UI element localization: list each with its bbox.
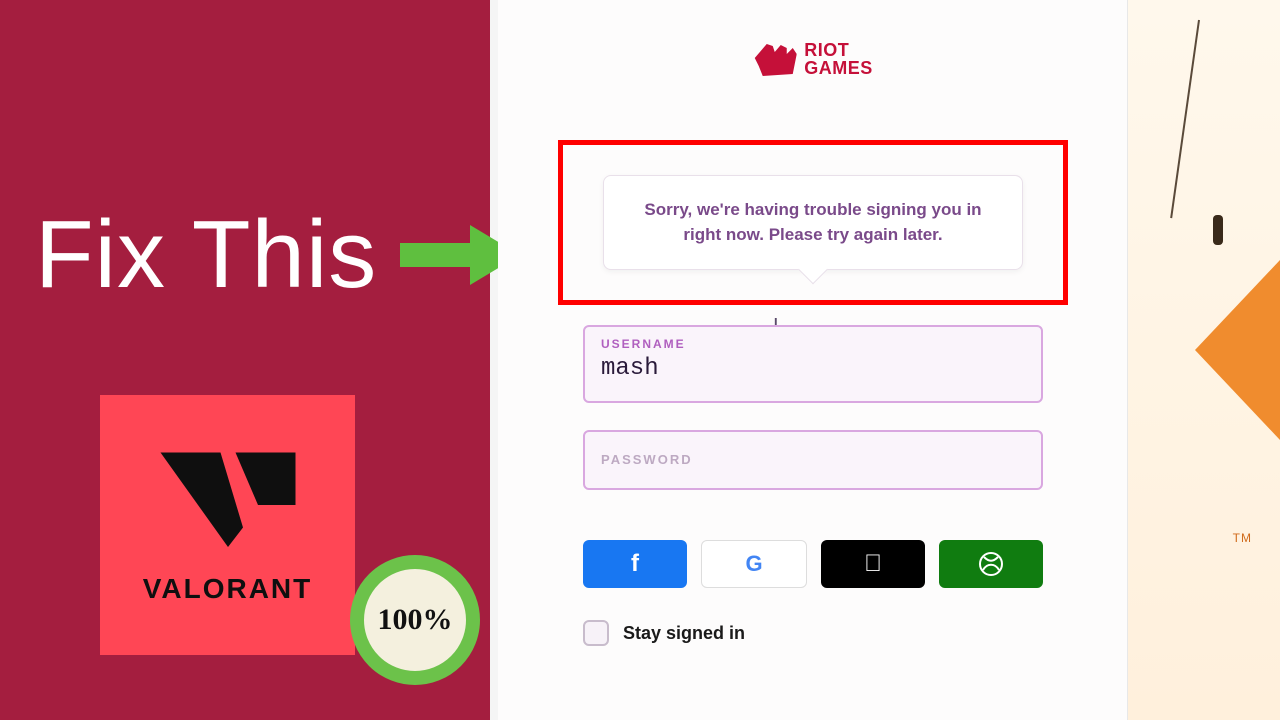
riot-fist-icon <box>752 40 796 78</box>
error-highlight-frame: Sorry, we're having trouble signing you … <box>558 140 1068 305</box>
login-xbox-button[interactable] <box>939 540 1043 588</box>
username-field[interactable]: USERNAME mash <box>583 325 1043 403</box>
username-label: USERNAME <box>601 337 1025 351</box>
error-tooltip: Sorry, we're having trouble signing you … <box>603 175 1023 270</box>
valorant-tile: VALORANT <box>100 395 355 655</box>
facebook-icon: f <box>631 550 639 578</box>
headline-text: Fix This <box>35 200 377 310</box>
login-google-button[interactable]: G <box>701 540 807 588</box>
login-panel: RIOT GAMES Sorry, we're having trouble s… <box>498 0 1128 720</box>
riot-games-wordmark: RIOT GAMES <box>804 41 873 77</box>
riot-games-logo: RIOT GAMES <box>752 40 873 78</box>
stay-signed-in-label: Stay signed in <box>623 623 745 644</box>
pull-cord-handle-icon <box>1213 215 1223 245</box>
badge-100-percent: 100% <box>350 555 480 685</box>
login-apple-button[interactable]:  <box>821 540 925 588</box>
google-icon: G <box>745 551 762 577</box>
valorant-wordmark: VALORANT <box>143 573 312 605</box>
valorant-logo-icon <box>153 445 303 565</box>
brand-line1: RIOT <box>804 41 873 59</box>
username-value: mash <box>601 355 1025 382</box>
stay-signed-in-checkbox[interactable] <box>583 620 609 646</box>
orange-triangle-decor <box>1195 260 1280 440</box>
tm-mark: TM <box>1233 531 1252 545</box>
login-facebook-button[interactable]: f <box>583 540 687 588</box>
stay-signed-in-row: Stay signed in <box>583 620 745 646</box>
right-decor-strip: TM <box>1128 0 1280 720</box>
brand-line2: GAMES <box>804 59 873 77</box>
password-field[interactable]: PASSWORD <box>583 430 1043 490</box>
xbox-icon <box>979 552 1003 576</box>
apple-icon:  <box>864 550 882 578</box>
pull-cord-icon <box>1170 20 1200 218</box>
social-login-row: f G  <box>583 540 1043 588</box>
password-placeholder: PASSWORD <box>601 452 693 467</box>
